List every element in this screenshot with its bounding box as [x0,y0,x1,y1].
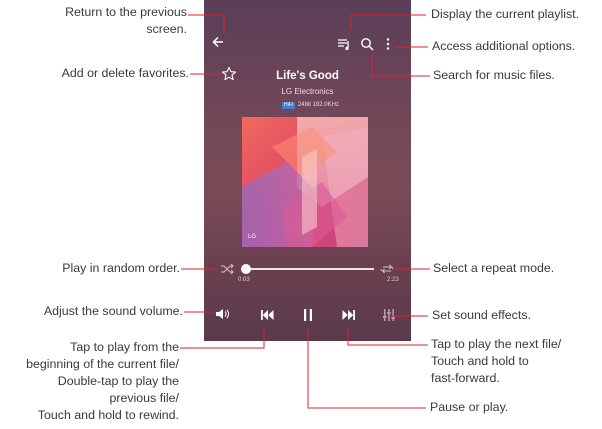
callout-random: Play in random order. [62,261,180,275]
callout-next-line3: fast-forward. [431,371,500,385]
callout-previous-line2: beginning of the current file/ [26,357,179,371]
callout-previous-line4: previous file/ [109,391,179,405]
callout-playlist: Display the current playlist. [431,7,580,21]
callout-volume: Adjust the sound volume. [43,304,183,318]
callout-previous-line5: Touch and hold to rewind. [37,408,179,422]
callout-options: Access additional options. [432,39,576,53]
callout-search: Search for music files. [433,68,555,82]
callout-next-line1: Tap to play the next file/ [431,337,562,351]
callout-next: Tap to play the next file/ Touch and hol… [431,336,561,387]
callout-return-line1: Return to the previous [65,5,187,19]
callout-pause: Pause or play. [430,400,509,414]
callout-previous: Tap to play from the beginning of the cu… [0,339,179,424]
callout-return: Return to the previous screen. [20,4,187,38]
callout-favorites: Add or delete favorites. [61,66,189,80]
callout-repeat: Select a repeat mode. [433,261,555,275]
callout-return-line2: screen. [146,22,187,36]
callout-next-line2: Touch and hold to [431,354,529,368]
callout-effects: Set sound effects. [432,308,531,322]
callout-previous-line3: Double-tap to play the [57,374,179,388]
callout-previous-line1: Tap to play from the [70,340,179,354]
